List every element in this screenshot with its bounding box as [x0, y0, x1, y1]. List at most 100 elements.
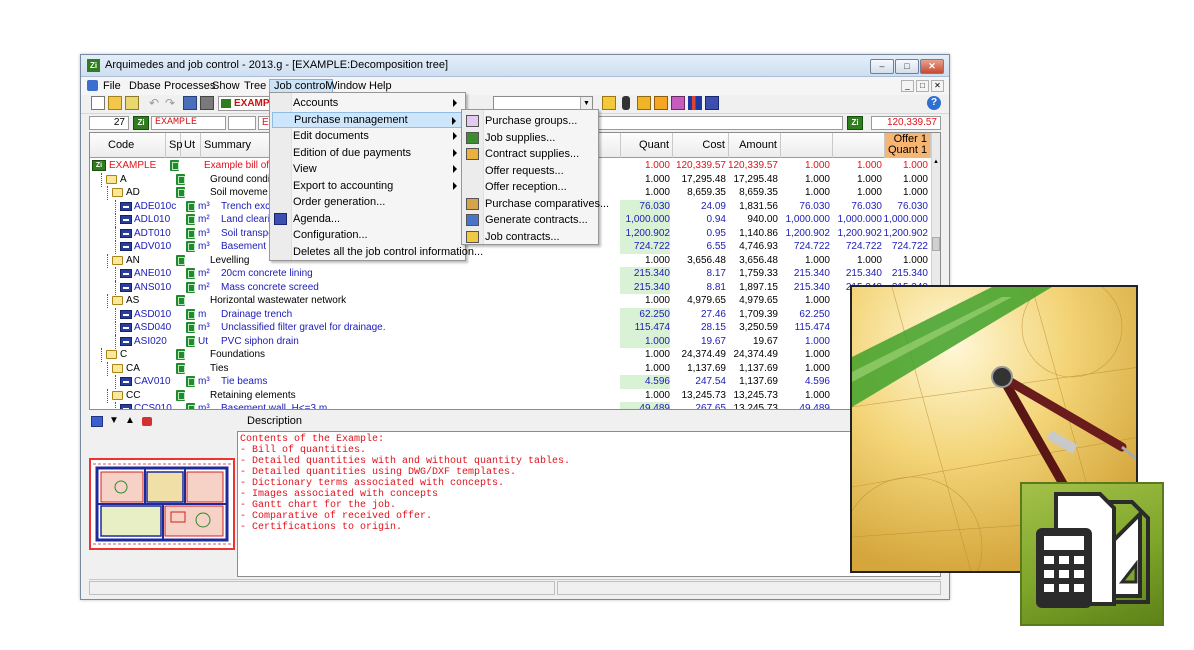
- col-cost[interactable]: Cost: [673, 133, 729, 158]
- menu-show[interactable]: Show: [208, 79, 244, 94]
- submenu-item-purchase-comparatives[interactable]: Purchase comparatives...: [464, 196, 609, 213]
- menu-item-edition-of-due-payments[interactable]: Edition of due payments: [272, 145, 463, 162]
- maximize-button[interactable]: □: [895, 59, 919, 74]
- row-col1: 1.000: [804, 389, 830, 401]
- print-icon[interactable]: [200, 96, 214, 110]
- row-unit: m³: [198, 403, 210, 410]
- submenu-item-offer-reception[interactable]: Offer reception...: [464, 179, 596, 196]
- minimize-button[interactable]: –: [870, 59, 894, 74]
- row-col3: 1.000: [902, 173, 928, 185]
- menu-item-view[interactable]: View: [272, 161, 463, 178]
- submenu-item-contract-supplies[interactable]: Contract supplies...: [464, 146, 596, 163]
- row-quant: 1.000: [644, 187, 670, 198]
- table-row[interactable]: ASD040 m³ Unclassified filter gravel for d…: [90, 321, 931, 335]
- menu-dbase[interactable]: Dbase: [125, 79, 165, 94]
- menu-file[interactable]: File: [99, 79, 125, 94]
- image-view-icon[interactable]: [91, 416, 103, 427]
- description-panel[interactable]: Contents of the Example: - Bill of quant…: [237, 431, 941, 577]
- undo-icon[interactable]: ↶: [149, 96, 163, 110]
- col-sp[interactable]: Sp: [166, 133, 182, 158]
- save-icon[interactable]: [183, 96, 197, 110]
- bar-chart-icon[interactable]: [688, 96, 702, 110]
- row-code: AD: [126, 187, 140, 198]
- col-ut[interactable]: Ut: [181, 133, 201, 158]
- floor-plan-thumbnail[interactable]: [89, 458, 235, 550]
- folder-icon: [112, 296, 123, 305]
- mdi-minimize-button[interactable]: _: [901, 80, 914, 92]
- menu-item-order-generation[interactable]: Order generation...: [272, 194, 463, 211]
- row-cost: 0.95: [706, 227, 726, 239]
- purchase-groups-icon: [466, 115, 479, 127]
- desc-line: - Detailed quantities using DWG/DXF temp…: [240, 467, 517, 478]
- row-amount: 940.00: [747, 214, 778, 225]
- pen-icon[interactable]: [622, 96, 630, 110]
- table-icon[interactable]: [705, 96, 719, 110]
- menu-tree[interactable]: Tree: [240, 79, 270, 94]
- col-blank-1[interactable]: [781, 133, 833, 158]
- row-quant: 1.000: [644, 362, 670, 374]
- example-job-button[interactable]: EXAMPL: [218, 96, 270, 111]
- row-col1: 4.596: [804, 376, 830, 387]
- concept-icon: [120, 377, 132, 386]
- submenu-item-job-contracts[interactable]: Job contracts...: [464, 229, 596, 246]
- table-row[interactable]: CC Retaining elements 1.000 13,245.73 13,245…: [90, 388, 931, 403]
- menu-item-purchase-management[interactable]: Purchase management: [272, 111, 463, 128]
- table-row[interactable]: CA Ties 1.000 1,137.69 1,137.69 1.000: [90, 361, 931, 376]
- row-col1: 1.000: [804, 187, 830, 198]
- submenu-item-generate-contracts[interactable]: Generate contracts...: [464, 212, 596, 229]
- row-summary: Basement wall. H<=3 m: [221, 403, 328, 410]
- level-field[interactable]: 27: [89, 116, 129, 130]
- submenu-item-purchase-groups[interactable]: Purchase groups...: [464, 113, 596, 130]
- menu-item-export-to-accounting[interactable]: Export to accounting: [272, 178, 463, 195]
- green-doc-icon: [186, 335, 195, 347]
- mdi-close-button[interactable]: ✕: [931, 80, 944, 92]
- submenu-item-job-supplies[interactable]: Job supplies...: [464, 130, 596, 147]
- menu-item-accounts[interactable]: Accounts: [272, 95, 463, 112]
- table-row[interactable]: AN Levelling 1.000 3,656.48 3,656.48 1.000 1.0…: [90, 253, 931, 268]
- gear-doc-icon[interactable]: [654, 96, 668, 110]
- table-row[interactable]: ASD010 m Drainage trench 62.250 27.46 1,709.3…: [90, 307, 931, 322]
- table-row[interactable]: ANS010 m² Mass concrete screed 215.340 8.81 1…: [90, 280, 931, 295]
- row-quant: 1.000: [644, 389, 670, 401]
- table-row[interactable]: CCS010 m³ Basement wall. H<=3 m 49.489 267.6…: [90, 402, 931, 410]
- code-field[interactable]: EXAMPLE: [151, 116, 226, 130]
- edit-icon[interactable]: [125, 96, 139, 110]
- menu-item-edit-documents[interactable]: Edit documents: [272, 128, 463, 145]
- col-quant[interactable]: Quant: [621, 133, 673, 158]
- row-amount: 1,140.86: [739, 227, 778, 239]
- checklist-icon[interactable]: [637, 96, 651, 110]
- col-amount[interactable]: Amount: [729, 133, 781, 158]
- generate-contracts-icon: [466, 214, 479, 226]
- help-icon[interactable]: ?: [927, 96, 941, 110]
- row-col2: 1.000: [856, 173, 882, 185]
- menu-item-deletes-all-the-job-control-information[interactable]: Deletes all the job control information.…: [272, 244, 483, 261]
- row-col1: 215.340: [793, 268, 830, 279]
- col-code[interactable]: Code: [90, 133, 166, 158]
- table-row[interactable]: ASI020 Ut PVC siphon drain 1.000 19.67 19.67 1…: [90, 334, 931, 349]
- note-icon[interactable]: [602, 96, 616, 110]
- redo-icon[interactable]: ↷: [165, 96, 179, 110]
- open-folder-icon[interactable]: [108, 96, 122, 110]
- new-file-icon[interactable]: [91, 96, 105, 110]
- book-icon[interactable]: [671, 96, 685, 110]
- arrow-down-icon[interactable]: ▼: [109, 415, 119, 426]
- close-button[interactable]: ✕: [920, 59, 944, 74]
- menu-item-configuration[interactable]: Configuration...: [272, 227, 463, 244]
- total-field[interactable]: 120,339.57: [871, 116, 941, 130]
- table-row[interactable]: CAV010 m³ Tie beams 4.596 247.54 1,137.69 4.59…: [90, 375, 931, 389]
- table-row[interactable]: ANE010 m² 20cm concrete lining 215.340 8.17 1…: [90, 267, 931, 281]
- col-offer[interactable]: Offer 1 Quant 1: [885, 133, 931, 158]
- mdi-restore-button[interactable]: □: [916, 80, 929, 92]
- row-col1: 1,000.000: [785, 214, 831, 225]
- row-quant: 1.000: [644, 254, 670, 266]
- col-blank-2[interactable]: [833, 133, 885, 158]
- sp-field[interactable]: [228, 116, 256, 130]
- green-doc-icon: [176, 187, 185, 198]
- menu-item-agenda[interactable]: Agenda...: [272, 211, 463, 228]
- table-row[interactable]: C Foundations 1.000 24,374.49 24,374.49 1.000: [90, 348, 931, 362]
- delete-icon[interactable]: [142, 417, 152, 426]
- scroll-thumb[interactable]: [932, 237, 940, 251]
- table-row[interactable]: AS Horizontal wastewater network 1.000 4,97…: [90, 294, 931, 308]
- arrow-up-icon[interactable]: ▲: [125, 415, 135, 426]
- submenu-item-offer-requests[interactable]: Offer requests...: [464, 163, 596, 180]
